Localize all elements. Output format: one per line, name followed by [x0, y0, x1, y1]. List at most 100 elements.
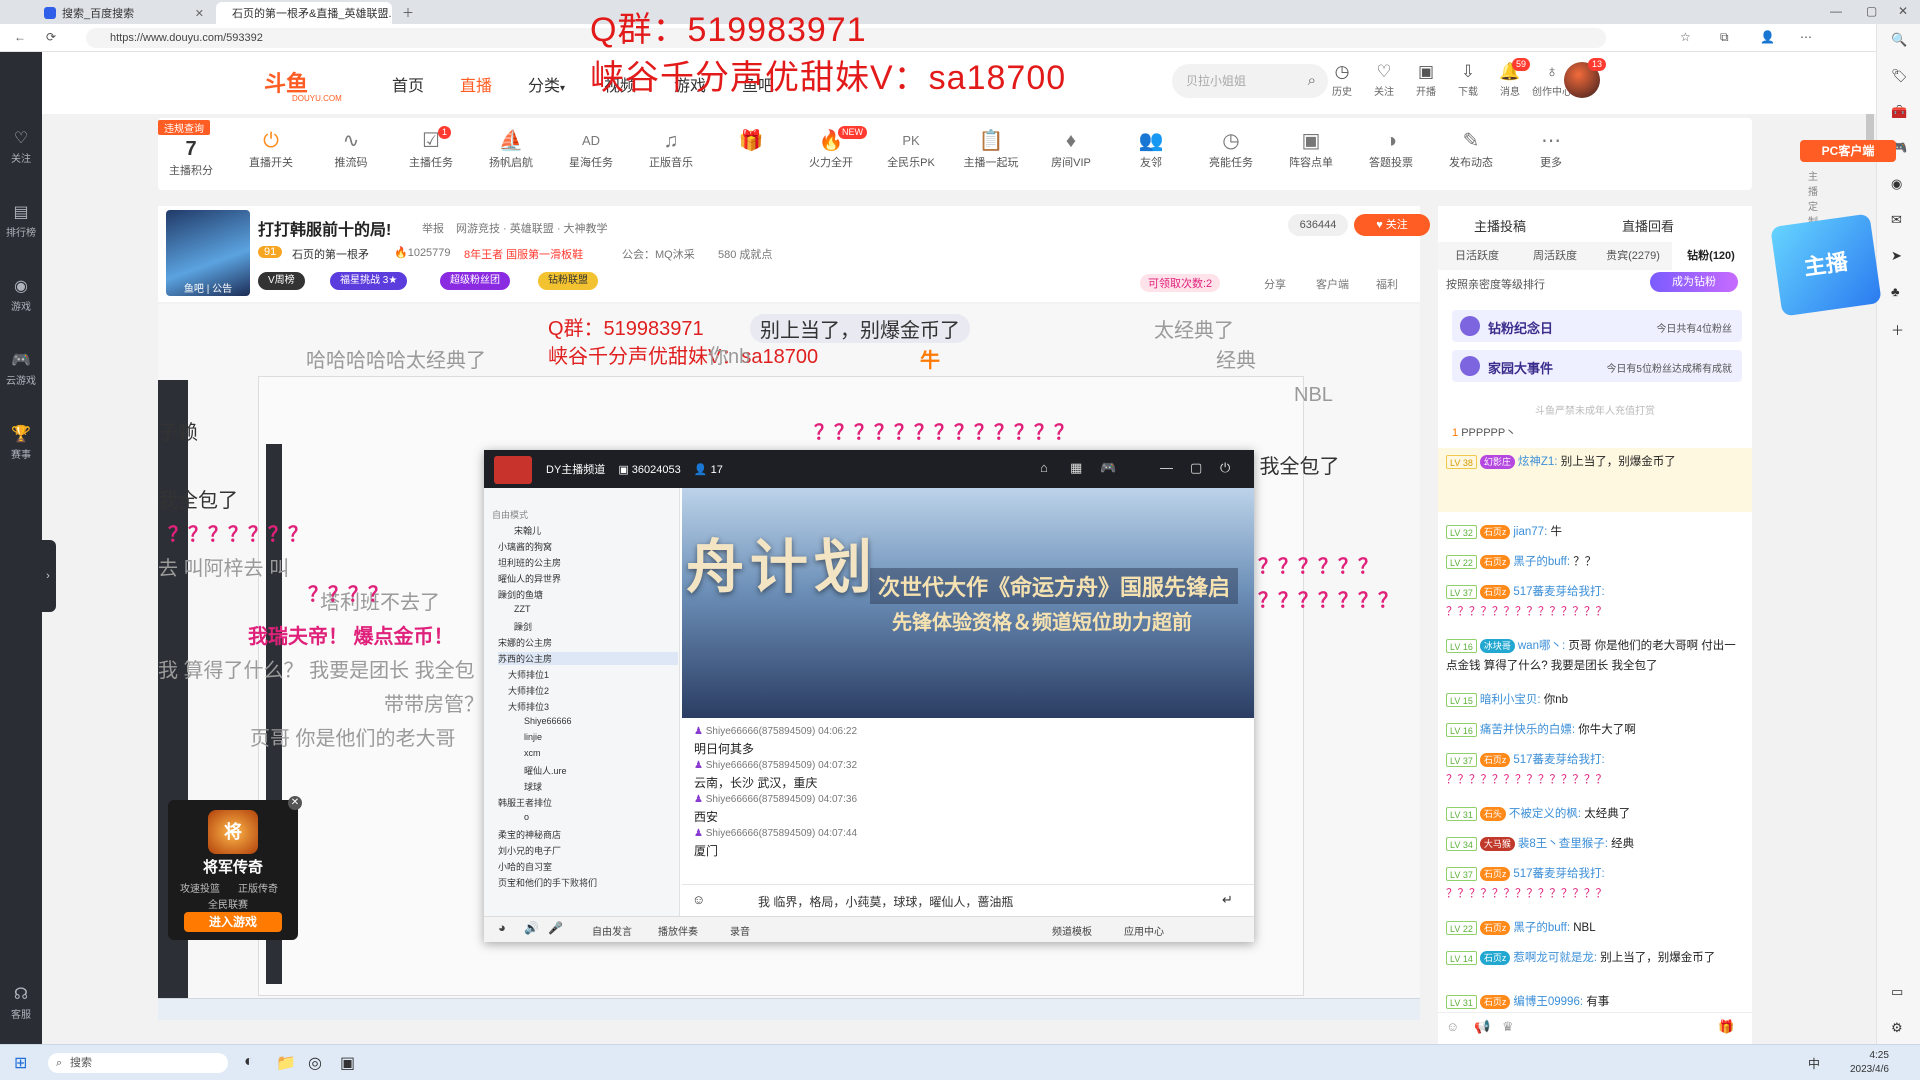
- search-icon[interactable]: 🔍: [1891, 32, 1907, 48]
- emoji-icon[interactable]: ☺: [692, 892, 705, 907]
- sidebar-item-games[interactable]: ◉ 游戏: [0, 276, 42, 313]
- nav-home[interactable]: 首页: [392, 72, 424, 96]
- tool-1[interactable]: ∿ 推流码: [318, 128, 384, 170]
- tool-15[interactable]: ✎ 发布动态: [1438, 128, 1504, 170]
- close-icon[interactable]: ✕: [288, 796, 302, 810]
- taskbar-search[interactable]: ⌕ 搜索: [48, 1053, 228, 1073]
- send-icon[interactable]: ↵: [1222, 892, 1233, 908]
- tree-user[interactable]: linjie: [524, 732, 542, 742]
- search-input[interactable]: 贝拉小姐姐 ⌕: [1172, 64, 1328, 98]
- power-icon[interactable]: ⏻: [1220, 460, 1230, 476]
- tree-user[interactable]: o: [524, 812, 529, 822]
- ad-tab[interactable]: 全民联赛: [208, 896, 248, 911]
- back-icon[interactable]: ←: [14, 30, 26, 44]
- tool-9[interactable]: 📋 主播一起玩: [958, 128, 1024, 170]
- tree-user[interactable]: 曜仙人.ure: [524, 764, 567, 777]
- tag-diamond[interactable]: 钻粉联盟: [538, 272, 598, 290]
- tool-8[interactable]: PK 全民乐PK: [878, 128, 944, 170]
- play-accompaniment[interactable]: 播放伴奏: [658, 923, 698, 938]
- enter-game-button[interactable]: 进入游戏: [184, 912, 282, 932]
- tools-icon[interactable]: 🧰: [1891, 104, 1907, 120]
- browser-tab-active[interactable]: 石页的第一根矛&直播_英雄联盟... ✕: [216, 2, 392, 24]
- input-language[interactable]: 中: [1808, 1055, 1820, 1072]
- emoji-icon[interactable]: ☺: [1446, 1019, 1459, 1034]
- follow-button[interactable]: ♡ 关注: [1364, 62, 1404, 98]
- close-icon[interactable]: ✕: [195, 7, 204, 20]
- tree-channel[interactable]: 韩服王者排位: [498, 796, 552, 809]
- tree-channel[interactable]: 坦利班的公主房: [498, 556, 561, 569]
- report-link[interactable]: 举报: [422, 220, 444, 236]
- speaker-icon[interactable]: 🔊: [524, 921, 539, 935]
- minimize-icon[interactable]: —: [1160, 460, 1173, 475]
- tool-6[interactable]: 🎁: [718, 128, 784, 154]
- more-icon[interactable]: ⋯: [1800, 30, 1812, 44]
- go-live-button[interactable]: ▣ 开播: [1406, 62, 1446, 98]
- tree-user[interactable]: ZZT: [514, 604, 531, 614]
- clock[interactable]: 4:25 2023/4/6: [1850, 1049, 1889, 1077]
- layout-icon[interactable]: ▭: [1891, 984, 1903, 1000]
- tree-user[interactable]: 球球: [524, 780, 542, 793]
- refresh-icon[interactable]: ⟳: [46, 30, 56, 44]
- become-fan-button[interactable]: 成为钻粉: [1650, 272, 1738, 292]
- sidebar-item-service[interactable]: ☊ 客服: [0, 984, 42, 1021]
- tool-14[interactable]: ◑ 答题投票: [1358, 128, 1424, 170]
- share-link[interactable]: 分享: [1264, 276, 1286, 292]
- sidebar-collapse-button[interactable]: ›: [40, 540, 56, 612]
- ad-tab[interactable]: 攻速投篮: [180, 880, 220, 895]
- edge-icon[interactable]: ◐: [244, 1053, 254, 1071]
- promo-banner[interactable]: 舟计划 次世代大作《命运方舟》国服先锋启 先锋体验资格＆频道短位助力超前: [682, 488, 1254, 718]
- tab-daily[interactable]: 日活跃度: [1438, 242, 1516, 270]
- grid-icon[interactable]: ▦: [1070, 460, 1082, 476]
- tree-channel[interactable]: 曜仙人的异世界: [498, 572, 561, 585]
- tree-channel[interactable]: 页宝和他们的手下败将们: [498, 876, 597, 889]
- tab-diamond[interactable]: 钻粉(120): [1672, 242, 1750, 270]
- favorite-icon[interactable]: ☆: [1680, 30, 1691, 44]
- megaphone-icon[interactable]: 📢: [1474, 1019, 1490, 1035]
- tree-channel[interactable]: 刘小兄的电子厂: [498, 844, 561, 857]
- streamer-posts-link[interactable]: 主播投稿: [1474, 216, 1526, 235]
- mic-icon[interactable]: 🎤: [548, 921, 563, 935]
- tree-channel-active[interactable]: 苏西的公主房: [498, 652, 678, 665]
- fan-anniversary-card[interactable]: 钻粉纪念日 今日共有4位粉丝: [1452, 310, 1742, 342]
- welfare-link[interactable]: 福利: [1376, 276, 1398, 292]
- tree-icon[interactable]: ♣: [1891, 284, 1900, 299]
- tool-2[interactable]: ☑ 主播任务 1: [398, 126, 464, 170]
- violation-tag[interactable]: 违规查询: [158, 120, 210, 135]
- tool-4[interactable]: AD 星海任务: [558, 128, 624, 170]
- add-icon[interactable]: ＋: [1891, 320, 1904, 339]
- windows-start-icon[interactable]: ⊞: [14, 1053, 27, 1073]
- tool-5[interactable]: ♫ 正版音乐: [638, 128, 704, 170]
- collections-icon[interactable]: ⧉: [1720, 30, 1729, 45]
- tab-vip[interactable]: 贵宾(2279): [1594, 242, 1672, 270]
- outlook-icon[interactable]: ✉: [1891, 212, 1902, 228]
- tool-12[interactable]: ◷ 亮能任务: [1198, 128, 1264, 170]
- tree-subchannel[interactable]: 大师排位1: [508, 668, 549, 681]
- home-event-card[interactable]: 家园大事件 今日有5位粉丝达成稀有成就: [1452, 350, 1742, 382]
- sidebar-item-rank[interactable]: ▤ 排行榜: [0, 202, 42, 239]
- settings-icon[interactable]: ⚙: [1891, 1020, 1903, 1036]
- replay-link[interactable]: 直播回看: [1622, 216, 1674, 235]
- pc-client-button[interactable]: PC客户端: [1800, 140, 1896, 162]
- avatar-icon[interactable]: ◕: [498, 920, 506, 935]
- minimize-icon[interactable]: —: [1830, 4, 1842, 18]
- tree-user[interactable]: xcm: [524, 748, 541, 758]
- steam-icon[interactable]: ◎: [308, 1053, 322, 1073]
- tree-channel[interactable]: 躁剑的鱼塘: [498, 588, 543, 601]
- tool-3[interactable]: ⛵ 扬帆启航: [478, 128, 544, 170]
- shopping-icon[interactable]: 🏷: [1891, 68, 1908, 84]
- sidebar-item-events[interactable]: 🏆 赛事: [0, 424, 42, 461]
- search-icon[interactable]: ⌕: [1308, 64, 1316, 98]
- tree-subchannel[interactable]: 大师排位3: [508, 700, 549, 713]
- game-ad[interactable]: 将 ✕ 将军传奇 攻速投篮 正版传奇 全民联赛 进入游戏: [168, 796, 302, 940]
- claim-count[interactable]: 可领取次数:2: [1140, 274, 1221, 292]
- office-icon[interactable]: ◉: [1891, 176, 1902, 192]
- nav-category[interactable]: 分类▾: [528, 72, 565, 96]
- tree-user[interactable]: 躁剑: [514, 620, 532, 633]
- tree-subchannel[interactable]: 大师排位2: [508, 684, 549, 697]
- history-button[interactable]: ◷ 历史: [1322, 62, 1362, 98]
- browser-tab[interactable]: 搜索_百度搜索 ✕: [34, 2, 214, 24]
- download-button[interactable]: ⇩ 下载: [1448, 62, 1488, 98]
- achievements[interactable]: 580 成就点: [718, 246, 772, 262]
- tool-16[interactable]: ⋯ 更多: [1518, 128, 1584, 170]
- app-center[interactable]: 应用中心: [1124, 923, 1164, 938]
